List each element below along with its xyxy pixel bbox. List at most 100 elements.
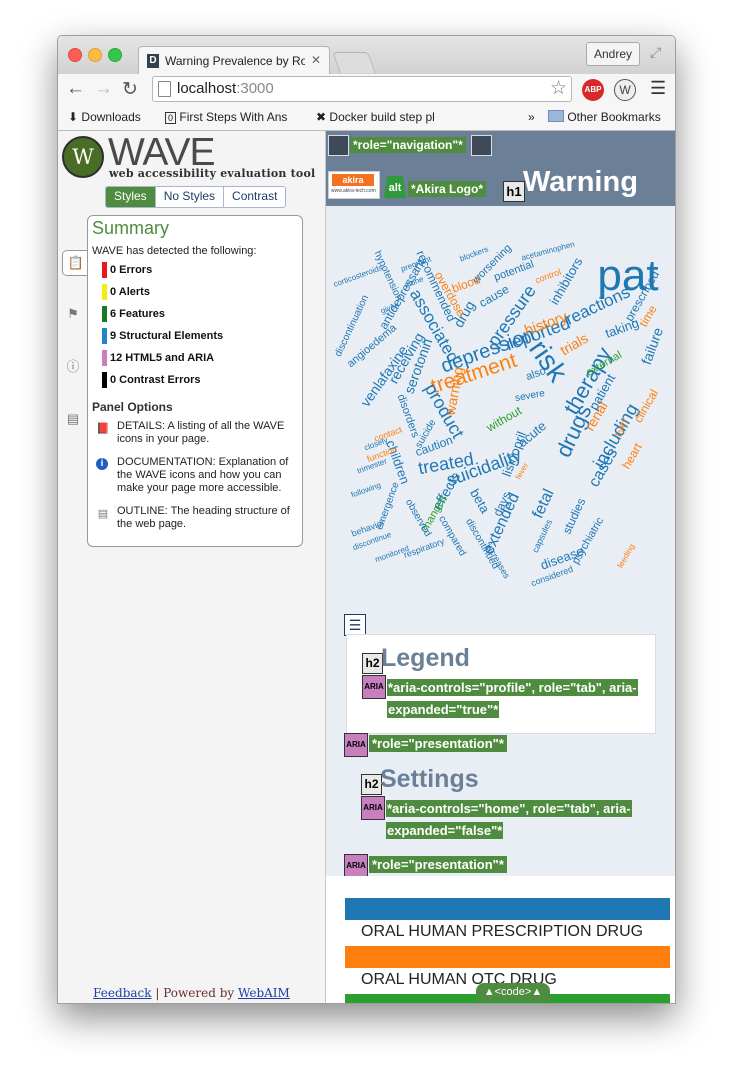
summary-tab-icon[interactable]: 📋 bbox=[62, 250, 89, 276]
bookmark-other[interactable]: Other Bookmarks bbox=[548, 110, 661, 124]
settings-aria-label: *aria-controls="home", role="tab", aria-… bbox=[386, 800, 632, 839]
detected-text: WAVE has detected the following: bbox=[92, 245, 257, 257]
forward-icon[interactable]: → bbox=[94, 78, 113, 100]
legend-panel: h2 Legend ARIA *aria-controls="profile",… bbox=[346, 634, 656, 734]
page-icon bbox=[158, 81, 171, 97]
cloud-word: blockers bbox=[458, 244, 490, 264]
no-styles-button[interactable]: No Styles bbox=[155, 187, 225, 207]
close-window-button[interactable] bbox=[68, 48, 82, 62]
drug-row-prescription[interactable]: ORAL HUMAN PRESCRIPTION DRUG bbox=[361, 923, 643, 941]
download-icon: ⬇ bbox=[68, 110, 79, 124]
info-icon: i bbox=[96, 458, 108, 470]
aria-icon[interactable]: ARIA bbox=[344, 854, 368, 878]
contrast-color-bar bbox=[102, 372, 107, 388]
details-tab-icon[interactable]: ⚑ bbox=[62, 302, 84, 326]
navigation-role-label: *role="navigation"* bbox=[350, 137, 466, 153]
documentation-option[interactable]: i DOCUMENTATION: Explanation of the WAVE… bbox=[96, 456, 296, 500]
details-option[interactable]: 📕 DETAILS: A listing of all the WAVE ico… bbox=[96, 420, 296, 450]
alt-text-icon[interactable]: alt bbox=[384, 176, 406, 198]
h2-icon[interactable]: h2 bbox=[361, 774, 382, 795]
cloud-word: heart bbox=[619, 440, 645, 472]
bookmark-downloads[interactable]: ⬇ Downloads bbox=[68, 110, 141, 124]
tab-bar: D Warning Prevalence by Rou ✕ Andrey ⤢ bbox=[58, 36, 675, 75]
folder-icon bbox=[548, 110, 564, 122]
prescription-color-bar bbox=[345, 898, 670, 920]
bookmark-star-icon[interactable]: ☆ bbox=[550, 77, 567, 100]
wave-sidebar: W WAVE web accessibility evaluation tool… bbox=[58, 131, 326, 1003]
navigation-start-icon[interactable] bbox=[328, 135, 349, 156]
footer-text: | Powered by bbox=[151, 986, 238, 1000]
back-icon[interactable]: ← bbox=[66, 78, 85, 100]
bookmarks-bar: ⬇ Downloads 0 First Steps With Ans ✖ Doc… bbox=[58, 106, 675, 131]
documentation-tab-icon[interactable]: ⓘ bbox=[62, 355, 84, 379]
cloud-word: corticosteroids bbox=[332, 262, 384, 290]
errors-count[interactable]: 0 Errors bbox=[102, 262, 152, 278]
cloud-word: hypotension bbox=[371, 249, 405, 303]
favicon-icon: D bbox=[147, 54, 159, 68]
wave-extension-icon[interactable]: W bbox=[614, 79, 636, 101]
alerts-color-bar bbox=[102, 284, 107, 300]
contrast-button[interactable]: Contrast bbox=[224, 187, 286, 207]
cloud-word: severe bbox=[514, 387, 546, 405]
new-tab-button[interactable] bbox=[332, 52, 376, 73]
h2-icon[interactable]: h2 bbox=[362, 653, 383, 674]
adblock-icon[interactable]: ABP bbox=[582, 79, 604, 101]
zoom-window-button[interactable] bbox=[108, 48, 122, 62]
wave-logo-icon: W bbox=[62, 136, 104, 178]
cloud-word: capsules bbox=[529, 517, 555, 555]
bookmark-first-steps[interactable]: 0 First Steps With Ans bbox=[165, 110, 299, 124]
legend-aria-label: *aria-controls="profile", role="tab", ar… bbox=[387, 679, 638, 718]
aria-icon[interactable]: ARIA bbox=[361, 796, 385, 820]
structural-count[interactable]: 9 Structural Elements bbox=[102, 328, 223, 344]
minimize-window-button[interactable] bbox=[88, 48, 102, 62]
sidebar-footer: Feedback | Powered by WebAIM bbox=[58, 986, 325, 1000]
otc-color-bar bbox=[345, 946, 670, 968]
page-title: Warning bbox=[523, 166, 638, 198]
wave-subtitle: web accessibility evaluation tool bbox=[109, 167, 316, 180]
bookmarks-overflow[interactable]: » bbox=[528, 110, 535, 124]
rendered-page: *role="navigation"* akira www.akira-tech… bbox=[326, 131, 675, 1003]
code-toggle-tab[interactable]: ▲<code>▲ bbox=[476, 983, 550, 1001]
page-header: *role="navigation"* akira www.akira-tech… bbox=[326, 131, 675, 206]
styles-button[interactable]: Styles bbox=[106, 187, 156, 207]
feedback-link[interactable]: Feedback bbox=[93, 986, 151, 1000]
profile-button[interactable]: Andrey bbox=[586, 42, 640, 66]
contrast-count[interactable]: 0 Contrast Errors bbox=[102, 372, 200, 388]
url-text: localhost:3000 bbox=[177, 80, 274, 97]
aria-color-bar bbox=[102, 350, 107, 366]
cloud-word: beta bbox=[467, 486, 493, 516]
word-cloud: pat risk treatment therapy depression drugs pr… bbox=[326, 206, 675, 596]
browser-tab[interactable]: D Warning Prevalence by Rou ✕ bbox=[138, 46, 330, 75]
menu-icon[interactable]: ☰ bbox=[650, 78, 666, 99]
aria-icon[interactable]: ARIA bbox=[362, 675, 386, 699]
outline-icon: ▤ bbox=[97, 508, 109, 520]
navigation-end-icon[interactable] bbox=[471, 135, 492, 156]
cloud-word: acetaminophen bbox=[520, 239, 576, 263]
tab-title: Warning Prevalence by Rou bbox=[165, 54, 305, 68]
alt-text-label: *Akira Logo* bbox=[408, 181, 487, 197]
structural-color-bar bbox=[102, 328, 107, 344]
bookmark-docker[interactable]: ✖ Docker build step pl bbox=[316, 110, 450, 124]
cloud-word: children bbox=[383, 438, 413, 486]
panel-options-title: Panel Options bbox=[92, 400, 173, 414]
cloud-word: feeding bbox=[615, 542, 637, 570]
close-tab-icon[interactable]: ✕ bbox=[311, 53, 321, 67]
akira-logo[interactable]: akira www.akira-tech.com bbox=[328, 171, 380, 199]
alerts-count[interactable]: 0 Alerts bbox=[102, 284, 150, 300]
outline-option[interactable]: ▤ OUTLINE: The heading structure of the … bbox=[96, 505, 296, 535]
aria-count[interactable]: 12 HTML5 and ARIA bbox=[102, 350, 214, 366]
list-icon[interactable]: ☰ bbox=[344, 614, 366, 636]
book-icon: 📕 bbox=[96, 423, 110, 435]
outline-tab-icon[interactable]: ▤ bbox=[62, 407, 84, 431]
webaim-link[interactable]: WebAIM bbox=[238, 986, 290, 1000]
cloud-word: acute bbox=[514, 418, 550, 450]
address-bar[interactable]: localhost:3000 ☆ bbox=[152, 76, 572, 102]
aria-icon[interactable]: ARIA bbox=[344, 733, 368, 757]
cloud-word: studies bbox=[559, 495, 589, 537]
features-color-bar bbox=[102, 306, 107, 322]
reload-icon[interactable]: ↻ bbox=[122, 78, 138, 101]
bookmark-docker-icon: ✖ bbox=[316, 110, 327, 124]
fullscreen-icon[interactable]: ⤢ bbox=[650, 44, 661, 61]
h1-icon[interactable]: h1 bbox=[503, 181, 525, 202]
features-count[interactable]: 6 Features bbox=[102, 306, 165, 322]
